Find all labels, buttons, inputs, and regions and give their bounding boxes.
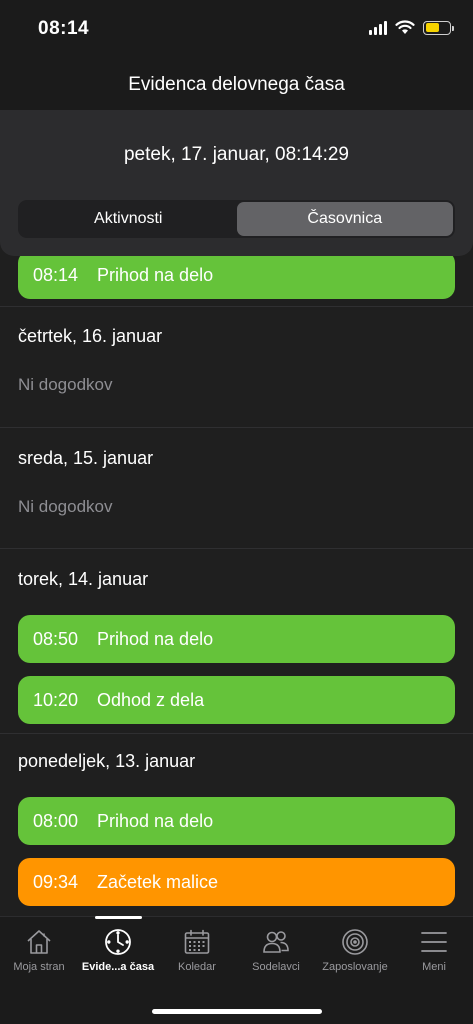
clock-icon [105,929,131,955]
tab-label: Sodelavci [252,961,300,973]
battery-icon [423,20,454,35]
view-segmented-control: Aktivnosti Časovnica [18,200,455,238]
tab-label: Zaposlovanje [322,961,388,973]
home-icon [27,930,51,954]
status-time: 08:14 [38,18,90,39]
current-datetime: petek, 17. januar, 08:14:29 [123,144,349,165]
target-icon [342,929,368,955]
cellular-signal-icon [369,20,387,35]
tab-meni[interactable]: Meni [395,927,473,973]
event-time: 08:14 [33,264,79,285]
divider [0,306,473,307]
event-item[interactable]: 08:00 Prihod na delo [18,797,455,845]
timeline-list[interactable]: 08:14 Prihod na delo četrtek, 16. januar… [0,256,473,916]
tab-evidenca-casa[interactable]: Evide...a časa [79,927,157,973]
tab-label: Koledar [178,961,216,973]
event-time: 10:20 [33,689,79,710]
status-icons [369,20,454,35]
tab-label: Evide...a časa [81,961,155,973]
wifi-icon [395,20,415,34]
menu-icon [421,932,447,952]
event-item[interactable]: 08:50 Prihod na delo [18,615,455,663]
status-bar: 08:14 [0,0,473,60]
empty-day-text: Ni dogodkov [18,375,113,394]
divider [0,427,473,428]
header-card: petek, 17. januar, 08:14:29 Aktivnosti Č… [0,110,473,256]
calendar-icon [184,929,210,954]
event-time: 08:00 [33,810,79,831]
event-time: 08:50 [33,628,79,649]
event-label: Odhod z dela [97,689,205,710]
segment-aktivnosti[interactable]: Aktivnosti [20,202,237,236]
tab-bar: Moja stran Evide...a časa Koledar Sodela… [0,916,473,1024]
segment-casovnica[interactable]: Časovnica [236,202,453,236]
day-header: četrtek, 16. januar [18,326,163,346]
event-time: 09:34 [33,871,79,892]
event-label: Prihod na delo [97,264,214,285]
day-header: sreda, 15. januar [18,448,154,468]
home-indicator [152,1009,322,1014]
tab-label: Moja stran [13,961,65,973]
divider [0,548,473,549]
page-title: Evidenca delovnega časa [0,60,473,110]
tab-sodelavci[interactable]: Sodelavci [237,927,315,973]
event-label: Prihod na delo [97,628,214,649]
people-icon [263,931,289,953]
empty-day-text: Ni dogodkov [18,497,113,516]
tab-koledar[interactable]: Koledar [158,927,236,973]
event-item[interactable]: 10:20 Odhod z dela [18,676,455,724]
day-header: torek, 14. januar [18,569,149,589]
day-header: ponedeljek, 13. januar [18,751,196,771]
event-label: Začetek malice [97,871,219,892]
event-item[interactable]: 08:14 Prihod na delo [18,256,455,299]
event-label: Prihod na delo [97,810,214,831]
tab-label: Meni [422,961,446,973]
event-item[interactable]: 09:34 Začetek malice [18,858,455,906]
divider [0,733,473,734]
tab-zaposlovanje[interactable]: Zaposlovanje [316,927,394,973]
active-tab-indicator [95,916,142,919]
tab-moja-stran[interactable]: Moja stran [0,927,78,973]
